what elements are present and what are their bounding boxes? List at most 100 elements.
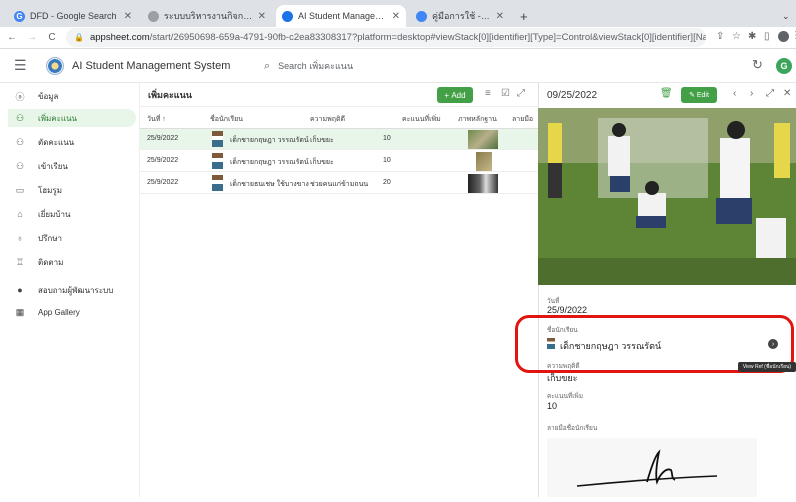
col-signature[interactable]: ลายมือ [512,114,533,125]
browser-tab-ai-student[interactable]: AI Student Management Syste ✕ [276,5,406,27]
delete-icon[interactable]: 🗑 [660,88,673,99]
sidebar-item-add-points[interactable]: ⚇ เพิ่มคะแนน [8,109,136,127]
new-tab-button[interactable]: + [514,5,534,27]
table-header: วันที่ ↑ ชื่อนักเรียน ความพฤติดี คะแนนที… [140,107,538,129]
reload-icon[interactable]: C [44,32,60,43]
sidebar-item-label: ติดตาม [38,257,64,267]
refresh-icon[interactable]: ↻ [752,57,763,73]
share-icon[interactable]: ⇪ [716,31,724,42]
close-icon[interactable]: ✕ [258,11,266,22]
sidebar-item-attendance[interactable]: ⚇ เข้าเรียน [8,157,136,175]
sidebar-item-info[interactable]: ⓐ ข้อมูล [8,87,136,105]
tab-title: คู่มือการใช้ - เอกสาร (A4) [432,11,492,21]
edit-button[interactable]: ✎ Edit [681,87,717,103]
sidebar-item-label: ตัดคะแนน [38,137,75,147]
sidebar-item-homeroom[interactable]: ▭ โฮมรูม [8,181,136,199]
sidebar-item-label: ปรึกษา [38,233,62,243]
doc-icon [416,10,427,22]
col-date[interactable]: วันที่ ↑ [147,114,166,125]
cell-behavior: ช่วยคนแก่ข้ามถนน [310,181,369,188]
table-row[interactable]: 25/9/2022 เด็กชายกฤษฎา วรรณรัตน์ เก็บขยะ… [140,129,538,150]
back-icon[interactable]: ← [4,32,20,43]
home-visit-icon: ⌂ [17,209,23,219]
browser-toolbar: ← → C 🔒 appsheet.com /start/26950698-659… [0,27,796,49]
table-toolbar: เพิ่มคะแนน [140,83,538,107]
homeroom-icon: ▭ [15,184,25,195]
points-value: 10 [547,401,558,411]
expand-icon[interactable]: ⤢ [766,88,774,99]
cell-name: เด็กชายกฤษฎา วรรณรัตน์ [230,137,309,144]
sidebar-item-contact-dev[interactable]: ● สอบถามผู้พัฒนาระบบ [8,281,136,299]
col-evidence[interactable]: ภาพหลักฐาน [458,114,497,125]
edit-icon: ✎ [689,92,697,99]
cell-name: เด็กชายธนเชษ ใช้บางขาง [230,181,309,188]
sidebar-item-label: App Gallery [38,307,80,317]
signature-image[interactable] [547,438,757,497]
close-icon[interactable]: ✕ [783,88,791,99]
sidebar-item-label: เข้าเรียน [38,161,68,171]
sidebar-item-label: โฮมรูม [38,185,63,195]
cell-behavior: เก็บขยะ [310,137,334,144]
close-icon[interactable]: ✕ [124,11,132,22]
signature-svg [576,449,718,487]
lock-icon: 🔒 [74,33,84,42]
app-header: ☰ AI Student Management System ⌕ Search … [0,49,796,83]
tab-search-chevron-icon[interactable]: ⌄ [776,5,794,27]
address-bar[interactable]: 🔒 appsheet.com /start/26950698-659a-4791… [66,28,706,47]
col-points[interactable]: คะแนนที่เพิ่ม [402,114,441,125]
google-icon: G [14,10,25,22]
sidepanel-icon[interactable]: ▯ [764,31,770,42]
browser-tab-student-affairs[interactable]: ระบบบริหารงานกิจการนักเรียน อ... ✕ [142,5,272,27]
points-label: คะแนนที่เพิ่ม [547,393,583,400]
cell-date: 25/9/2022 [147,157,179,164]
table-row[interactable]: 25/9/2022 เด็กชายธนเชษ ใช้บางขาง ช่วยคนแ… [140,173,538,194]
search-bar[interactable]: ⌕ Search เพิ่มคะแนน [264,56,353,76]
browser-tab-manual[interactable]: คู่มือการใช้ - เอกสาร (A4) ✕ [410,5,510,27]
student-avatar [212,131,223,147]
expand-icon[interactable]: ⤢ [517,88,525,99]
appsheet-icon [148,10,159,22]
col-student-name[interactable]: ชื่อนักเรียน [210,114,243,125]
close-icon[interactable]: ✕ [496,11,504,22]
sidebar-item-counsel[interactable]: ♁ ปรึกษา [8,229,136,247]
sidebar-item-home-visit[interactable]: ⌂ เยี่ยมบ้าน [8,205,136,223]
sidebar: ⓐ ข้อมูล ⚇ เพิ่มคะแนน ⚇ ตัดคะแนน ⚇ เข้าเรียน… [0,83,140,497]
sidebar-item-track[interactable]: ♖ ติดตาม [8,253,136,271]
tooltip: View Ref (ชื่อนักเรียน) [738,362,796,372]
kebab-menu-icon[interactable]: ⋮ [791,30,796,41]
signature-label: ลายมือชื่อนักเรียน [547,425,598,432]
extensions-icon[interactable]: ✱ [748,31,756,42]
star-icon[interactable]: ☆ [732,31,741,42]
sidebar-item-deduct-points[interactable]: ⚇ ตัดคะแนน [8,133,136,151]
cell-points: 10 [383,135,391,142]
behavior-value: เก็บขยะ [547,373,578,383]
cell-behavior: เก็บขยะ [310,159,334,166]
browser-tab-google[interactable]: G DFD - Google Search ✕ [8,5,138,27]
evidence-photo[interactable] [538,108,796,285]
hamburger-menu-icon[interactable]: ☰ [14,57,28,74]
evidence-thumbnail[interactable] [468,174,498,193]
avatar[interactable]: G [776,58,792,74]
close-icon[interactable]: ✕ [392,11,400,22]
evidence-thumbnail[interactable] [476,152,492,171]
sidebar-item-app-gallery[interactable]: ▦ App Gallery [8,303,136,321]
table-row[interactable]: 25/9/2022 เด็กชายกฤษฎา วรรณรัตน์ เก็บขยะ… [140,151,538,172]
counsel-icon: ♁ [16,233,24,243]
select-icon[interactable]: ☑ [501,88,510,99]
sidebar-item-label: เยี่ยมบ้าน [38,209,71,219]
profile-icon[interactable] [778,31,789,42]
cell-date: 25/9/2022 [147,135,179,142]
track-icon: ♖ [15,256,25,267]
attendance-icon: ⚇ [15,160,25,171]
col-behavior[interactable]: ความพฤติดี [310,114,345,125]
tab-title: AI Student Management Syste [298,11,388,21]
tab-title: DFD - Google Search [30,11,117,21]
edit-label: Edit [696,91,709,99]
add-button[interactable]: + Add [437,87,473,103]
detail-title: 09/25/2022 [547,89,598,101]
filter-icon[interactable]: ≡ [485,88,491,99]
next-icon[interactable]: › [750,88,753,99]
evidence-thumbnail[interactable] [468,130,498,149]
forward-icon[interactable]: → [24,32,40,43]
previous-icon[interactable]: ‹ [733,88,736,99]
